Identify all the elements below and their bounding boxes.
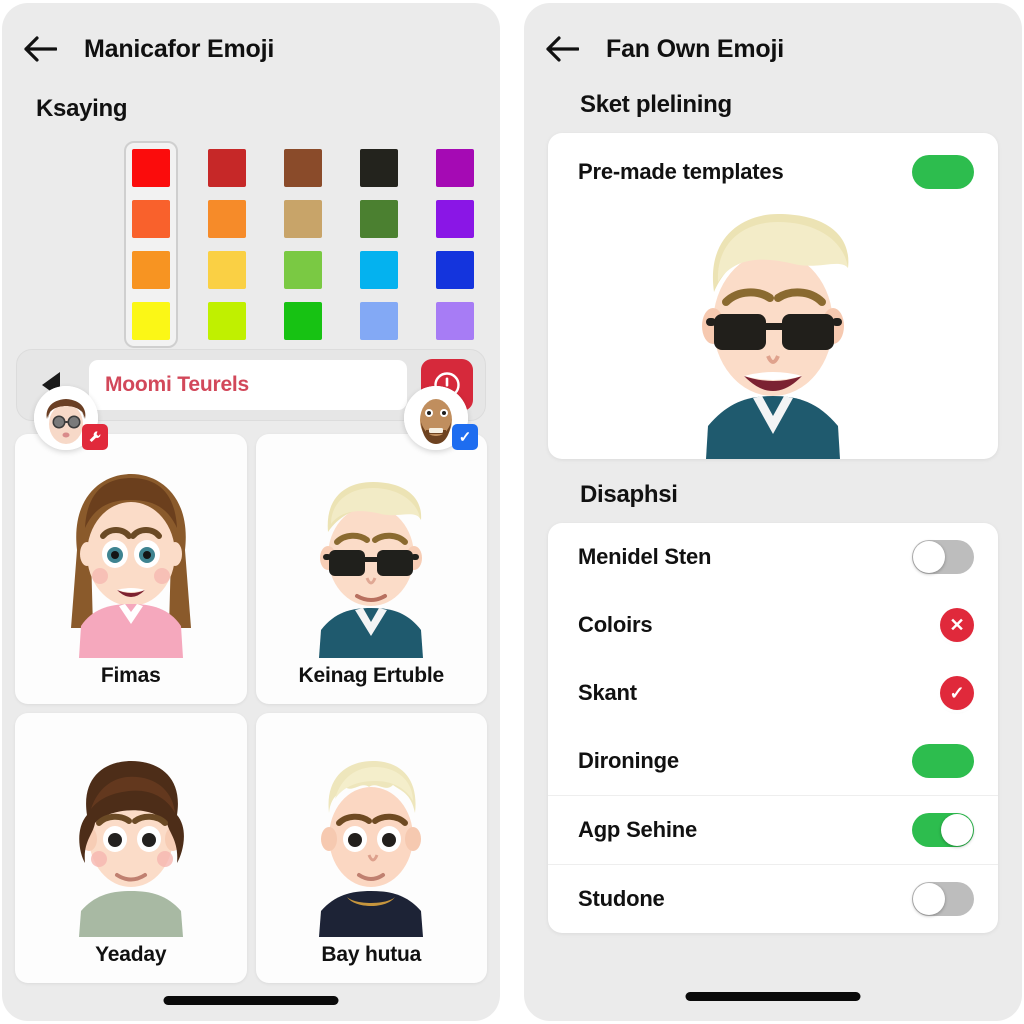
swatch[interactable]	[436, 251, 474, 289]
swatch[interactable]	[360, 200, 398, 238]
menidel-sten-toggle[interactable]	[912, 540, 974, 574]
left-phone-panel: Manicafor Emoji Ksaying ✓ Moomi Teurels …	[2, 3, 500, 1021]
swatch[interactable]	[360, 149, 398, 187]
emoji-card[interactable]: Yeaday	[15, 713, 247, 983]
emoji-card-grid: Fimas Keinag Ertuble Yeaday Bay hutua	[2, 421, 500, 983]
dironinge-toggle[interactable]	[912, 744, 974, 778]
settings-row-label: Studone	[578, 886, 665, 911]
swatch[interactable]	[208, 251, 246, 289]
screenshot-root: Manicafor Emoji Ksaying ✓ Moomi Teurels …	[0, 0, 1024, 1024]
palette-column-5[interactable]	[428, 141, 482, 348]
swatch[interactable]	[208, 200, 246, 238]
palette-column-2[interactable]	[200, 141, 254, 348]
swatch[interactable]	[284, 251, 322, 289]
settings-row-label: Dironinge	[578, 748, 679, 773]
settings-row-dironinge[interactable]: Dironinge	[548, 727, 998, 795]
right-appbar: Fan Own Emoji	[524, 3, 1022, 69]
left-section-title: Ksaying	[36, 95, 128, 122]
girl-brown-long-hair-avatar	[15, 434, 247, 658]
palette-column-4[interactable]	[352, 141, 406, 348]
swatch[interactable]	[132, 149, 170, 187]
settings-row-studone[interactable]: Studone	[548, 864, 998, 933]
emoji-card-label: Keinag Ertuble	[298, 664, 445, 687]
avatar[interactable]: ✓	[404, 386, 478, 450]
template-card: Pre-made templates	[548, 133, 998, 459]
settings-row-menidel-sten[interactable]: Menidel Sten	[548, 523, 998, 591]
settings-row-agp-sehine[interactable]: Agp Sehine	[548, 795, 998, 864]
cross-circle-icon[interactable]: ✕	[940, 608, 974, 642]
settings-row-label: Menidel Sten	[578, 544, 712, 569]
swatch[interactable]	[132, 302, 170, 340]
emoji-card[interactable]: Fimas	[15, 434, 247, 704]
swatch[interactable]	[284, 200, 322, 238]
girl-short-brown-hair-avatar	[15, 713, 247, 937]
swatch[interactable]	[208, 302, 246, 340]
settings-list: Menidel Sten Coloirs ✕ Skant ✓ Dironinge…	[548, 523, 998, 933]
emoji-card-label: Bay hutua	[321, 943, 422, 966]
avatar[interactable]	[34, 386, 108, 450]
back-arrow-icon[interactable]	[542, 29, 582, 69]
color-palette	[124, 141, 482, 348]
right-section-title: Sket plelining	[580, 91, 732, 118]
emoji-card-label: Fimas	[100, 664, 161, 687]
settings-row-label: Agp Sehine	[578, 817, 698, 842]
back-arrow-icon[interactable]	[20, 29, 60, 69]
color-palette-area: ✓	[2, 133, 500, 450]
name-input[interactable]: Moomi Teurels	[89, 360, 407, 410]
swatch[interactable]	[132, 251, 170, 289]
swatch[interactable]	[436, 302, 474, 340]
home-indicator	[685, 992, 861, 1001]
settings-row-label: Coloirs	[578, 612, 653, 637]
studone-toggle[interactable]	[912, 882, 974, 916]
settings-row-skant[interactable]: Skant ✓	[548, 659, 998, 727]
emoji-card[interactable]: Keinag Ertuble	[255, 434, 488, 704]
settings-row-label: Skant	[578, 680, 637, 705]
swatch[interactable]	[436, 149, 474, 187]
swatch[interactable]	[284, 149, 322, 187]
swatch[interactable]	[360, 251, 398, 289]
left-appbar: Manicafor Emoji	[2, 3, 500, 69]
boy-blond-sunglasses-smiling-avatar	[548, 189, 998, 459]
home-indicator	[163, 996, 339, 1005]
emoji-card[interactable]: Bay hutua	[255, 713, 488, 983]
pre-made-templates-toggle[interactable]	[912, 155, 974, 189]
template-card-title: Pre-made templates	[578, 159, 784, 184]
right-phone-panel: Fan Own Emoji Sket plelining Pre-made te…	[524, 3, 1022, 1021]
check-badge-icon[interactable]: ✓	[452, 424, 478, 450]
swatch[interactable]	[132, 200, 170, 238]
palette-column-1[interactable]	[124, 141, 178, 348]
template-card-header: Pre-made templates	[548, 133, 998, 189]
boy-blond-short-avatar	[256, 713, 488, 937]
agp-sehine-toggle[interactable]	[912, 813, 974, 847]
emoji-card-label: Yeaday	[95, 943, 167, 966]
palette-column-3[interactable]	[276, 141, 330, 348]
swatch[interactable]	[284, 302, 322, 340]
settings-row-coloirs[interactable]: Coloirs ✕	[548, 591, 998, 659]
swatch[interactable]	[208, 149, 246, 187]
swatch[interactable]	[360, 302, 398, 340]
page-title: Manicafor Emoji	[84, 34, 275, 63]
check-circle-icon[interactable]: ✓	[940, 676, 974, 710]
swatch[interactable]	[436, 200, 474, 238]
boy-blond-sunglasses-avatar	[256, 434, 488, 658]
wrench-badge-icon[interactable]	[82, 424, 108, 450]
page-title: Fan Own Emoji	[606, 34, 784, 63]
settings-section-title: Disaphsi	[580, 481, 678, 508]
